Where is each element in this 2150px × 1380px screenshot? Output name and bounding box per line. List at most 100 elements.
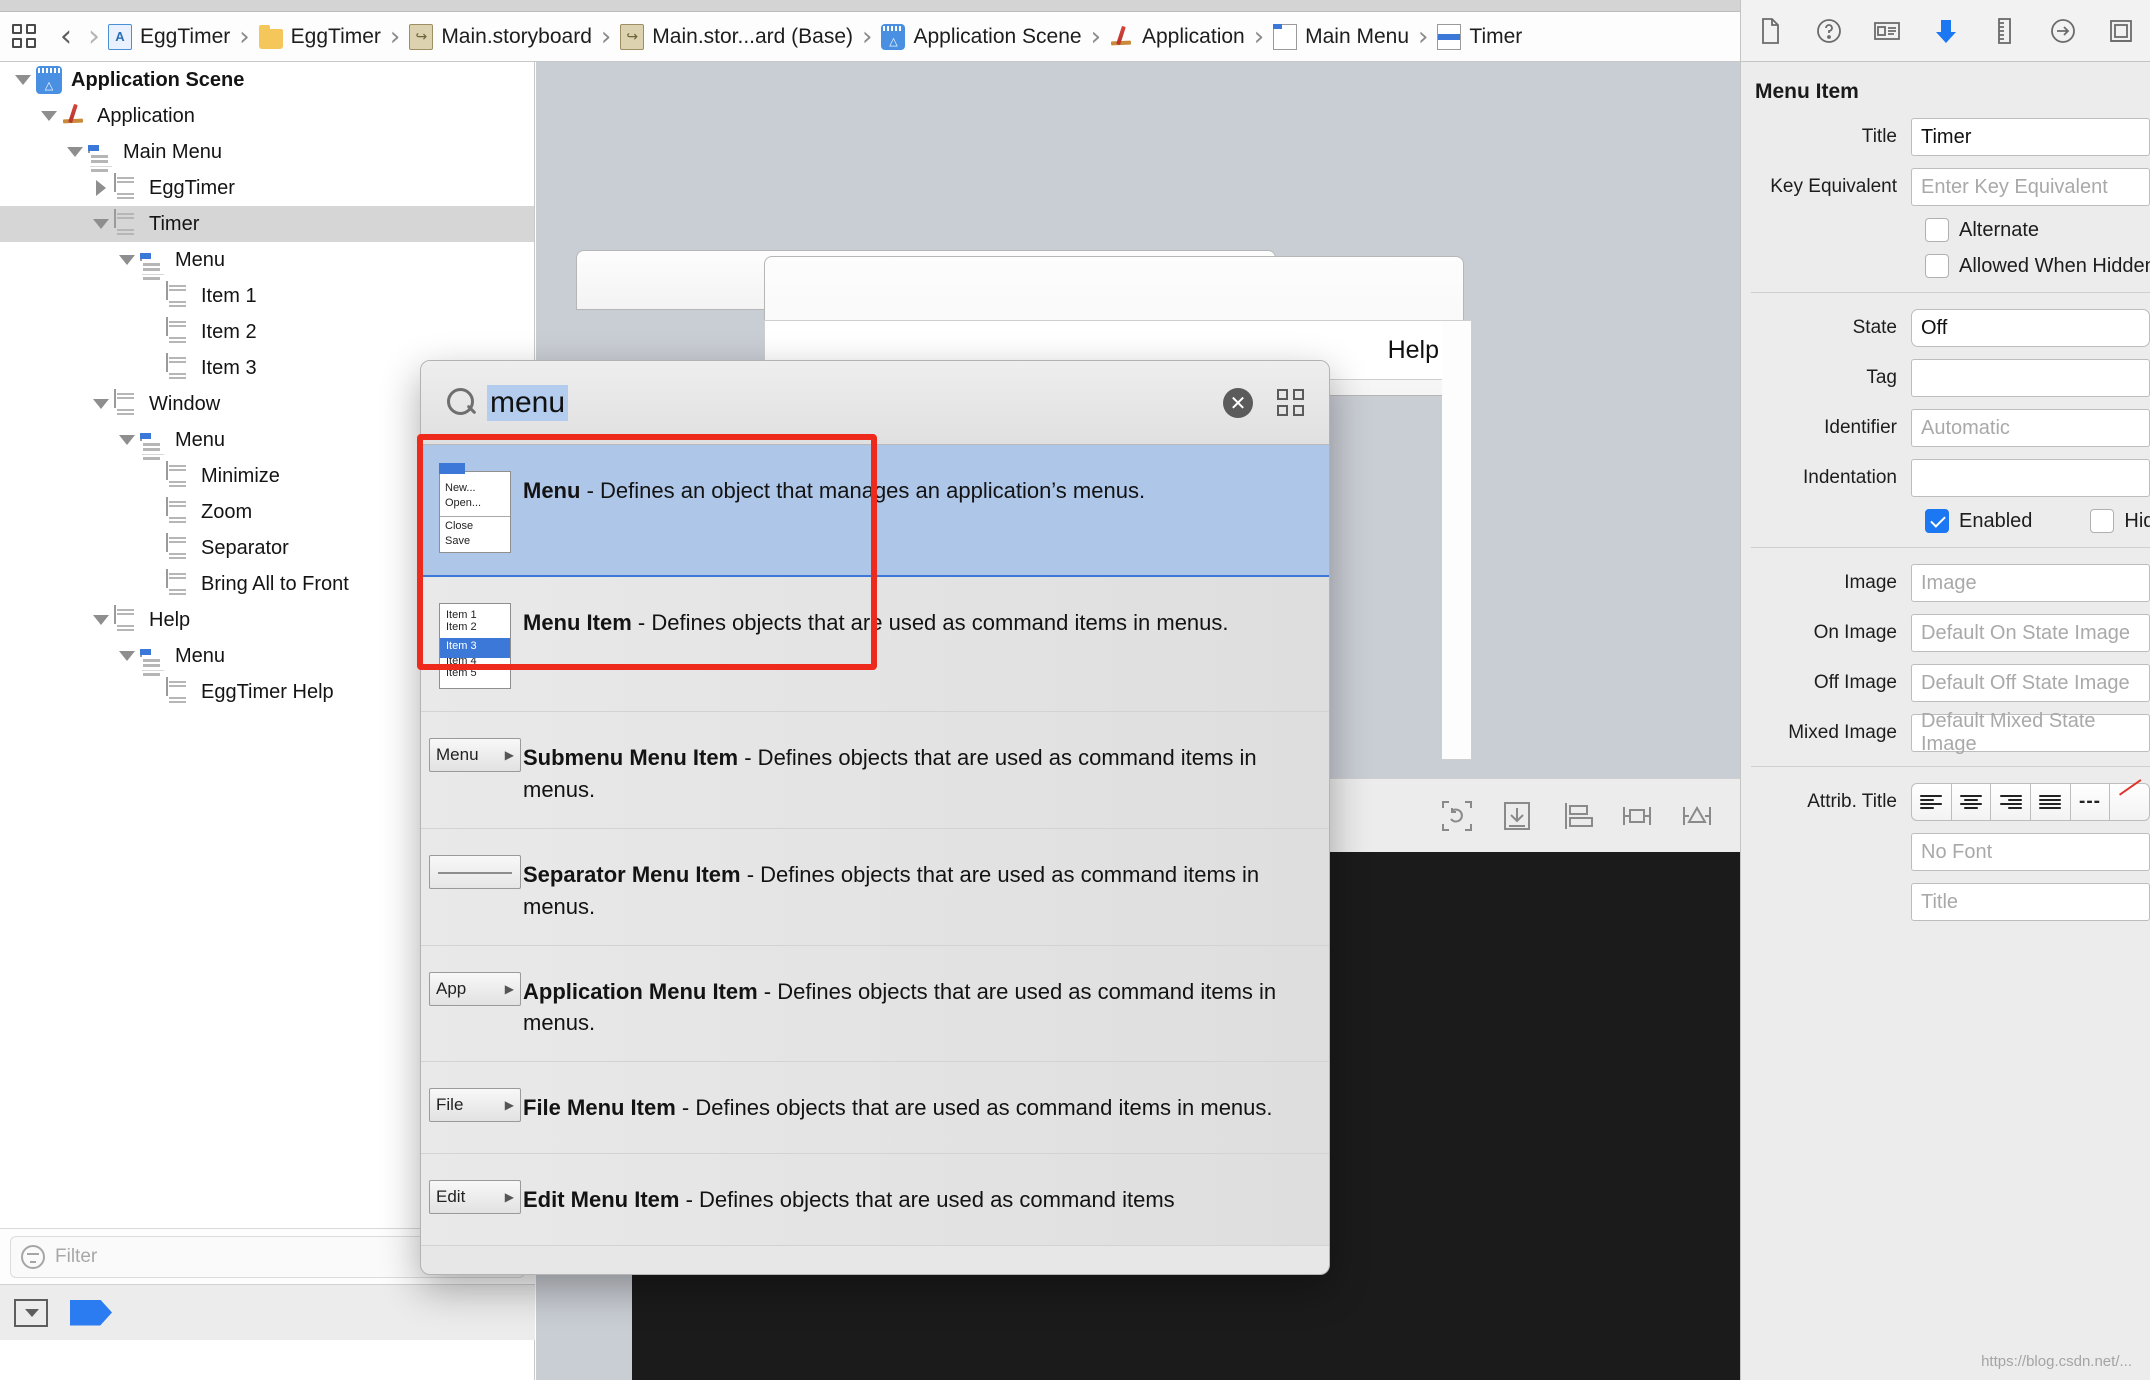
title-input[interactable]: Timer	[1911, 118, 2150, 156]
outline-row-label: Help	[149, 608, 191, 631]
bindings-inspector-icon[interactable]	[2106, 16, 2136, 46]
breadcrumb-item-application[interactable]: Application	[1110, 24, 1245, 50]
alignment-segmented-control[interactable]: ---	[1911, 783, 2150, 821]
align-left-button[interactable]	[1911, 783, 1951, 821]
pin-icon[interactable]	[1620, 799, 1654, 833]
outline-row[interactable]: Application	[0, 98, 534, 134]
forward-button[interactable]: ›	[80, 21, 108, 52]
library-result-row[interactable]: Menu ▶ Submenu Menu Item - Defines objects…	[421, 712, 1329, 829]
breadcrumb-item-timer[interactable]: Timer	[1437, 23, 1523, 50]
outline-row[interactable]: Menu	[0, 242, 534, 280]
window-chrome-strip	[0, 0, 1740, 12]
disclosure-triangle-icon[interactable]	[88, 615, 114, 625]
state-select[interactable]: Off	[1911, 309, 2150, 347]
disclosure-triangle-icon[interactable]	[88, 219, 114, 229]
library-results-list[interactable]: New... Open... Close Save Menu - Defines an …	[421, 445, 1329, 1274]
menu-icon	[140, 426, 166, 460]
breadcrumb-item-storyboard-base[interactable]: Main.stor...ard (Base)	[620, 23, 853, 50]
library-result-row[interactable]: Separator Menu Item - Defines objects th…	[421, 828, 1329, 946]
off-image-input[interactable]: Default Off State Image	[1911, 664, 2150, 702]
outline-row-label: Application	[97, 104, 195, 127]
alternate-checkbox-row[interactable]: Alternate	[1741, 218, 2150, 242]
button-thumbnail: Edit ▶	[429, 1180, 521, 1215]
disclosure-triangle-icon[interactable]	[36, 111, 62, 121]
attrib-title-input[interactable]: Title	[1911, 883, 2150, 921]
breadcrumb-item-main-menu[interactable]: Main Menu	[1273, 23, 1409, 50]
align-right-button[interactable]	[1990, 783, 2031, 821]
image-input[interactable]: Image	[1911, 564, 2150, 602]
tag-icon[interactable]	[70, 1299, 112, 1326]
menu-item-icon	[114, 389, 140, 418]
tag-field-row: Tag	[1741, 359, 2150, 397]
breadcrumb-item-storyboard[interactable]: Main.storyboard	[409, 23, 592, 50]
filter-chevron-icon[interactable]	[14, 1298, 48, 1327]
hidden-checkbox[interactable]	[2090, 509, 2115, 533]
navigator-toggle-icon[interactable]	[12, 23, 38, 50]
mixed-image-input[interactable]: Default Mixed State Image	[1911, 710, 2150, 755]
file-inspector-icon[interactable]	[1755, 16, 1785, 46]
disclosure-triangle-icon[interactable]	[114, 435, 140, 445]
enabled-hidden-row: Enabled Hidden	[1741, 509, 2150, 533]
triangle	[67, 147, 83, 157]
library-result-row[interactable]: Item 1 Item 2 Item 3 Item 4 Item 5 Menu Item …	[421, 577, 1329, 712]
library-result-row[interactable]: Edit ▶ Edit Menu Item - Defines objects th…	[421, 1154, 1329, 1247]
alternate-checkbox[interactable]	[1925, 218, 1949, 242]
font-input[interactable]: No Font	[1911, 833, 2150, 871]
allowed-when-hidden-checkbox[interactable]	[1925, 254, 1949, 278]
breadcrumb-item-project[interactable]: EggTimer	[108, 23, 230, 50]
tag-input[interactable]	[1911, 359, 2150, 397]
embed-in-icon[interactable]	[1500, 799, 1534, 833]
indentation-input[interactable]	[1911, 459, 2150, 497]
breadcrumb-label: Timer	[1469, 24, 1523, 48]
menu-item-icon	[114, 173, 140, 202]
key-equivalent-input[interactable]: Enter Key Equivalent	[1911, 168, 2150, 206]
outline-row[interactable]: Application Scene	[0, 62, 534, 98]
enabled-checkbox[interactable]	[1925, 509, 1949, 533]
clear-circle-icon[interactable]: ✕	[1223, 387, 1253, 418]
breadcrumb-item-scene[interactable]: Application Scene	[881, 23, 1082, 50]
align-justified-button[interactable]	[2030, 783, 2070, 821]
library-result-row[interactable]: File ▶ File Menu Item - Defines objects th…	[421, 1062, 1329, 1155]
on-image-input[interactable]: Default On State Image	[1911, 614, 2150, 652]
library-search-input[interactable]: menu	[487, 384, 569, 421]
update-frames-icon[interactable]	[1440, 799, 1474, 833]
allowed-when-hidden-checkbox-row[interactable]: Allowed When Hidden	[1741, 254, 2150, 278]
align-justified-icon	[2039, 795, 2062, 809]
align-natural-button[interactable]: ---	[2069, 783, 2110, 821]
filter-icon	[21, 1244, 45, 1269]
outline-row-label: Bring All to Front	[201, 572, 349, 595]
disclosure-triangle-icon[interactable]	[88, 180, 114, 196]
disclosure-triangle-icon[interactable]	[62, 147, 88, 157]
identifier-input[interactable]: Automatic	[1911, 409, 2150, 447]
outline-row[interactable]: Item 1	[0, 278, 534, 314]
size-inspector-icon[interactable]	[1989, 16, 2019, 46]
attributes-inspector-panel: Menu Item Title Timer Key Equivalent Ent…	[1740, 0, 2150, 1380]
back-button[interactable]: ‹	[52, 21, 80, 52]
resolve-issues-icon[interactable]	[1680, 799, 1714, 833]
disclosure-triangle-icon[interactable]	[10, 75, 36, 85]
font-field-row: No Font	[1741, 833, 2150, 871]
grid-view-icon[interactable]	[1277, 388, 1305, 417]
outline-row[interactable]: Timer	[0, 206, 534, 242]
identity-inspector-icon[interactable]	[1872, 16, 1902, 46]
outline-row[interactable]: Item 2	[0, 314, 534, 350]
inspector-tab-bar	[1741, 0, 2150, 62]
breadcrumb-item-group[interactable]: EggTimer	[258, 24, 381, 49]
outline-row[interactable]: EggTimer	[0, 170, 534, 206]
library-result-row[interactable]: New... Open... Close Save Menu - Defines an …	[421, 445, 1329, 577]
disclosure-triangle-icon[interactable]	[114, 651, 140, 661]
attributes-inspector-icon[interactable]	[1931, 16, 1961, 46]
align-center-button[interactable]	[1950, 783, 1991, 821]
outline-row[interactable]: Main Menu	[0, 134, 534, 172]
menu-item-thumb	[166, 533, 186, 559]
quick-help-inspector-icon[interactable]	[1814, 16, 1844, 46]
connections-inspector-icon[interactable]	[2048, 16, 2078, 46]
watermark-text: https://blog.csdn.net/...	[1981, 1353, 2132, 1370]
object-library-popover[interactable]: menu ✕ New... Open... Close Save Menu - Defi…	[420, 360, 1330, 1275]
align-icon[interactable]	[1560, 799, 1594, 833]
disclosure-triangle-icon[interactable]	[114, 255, 140, 265]
disclosure-triangle-icon[interactable]	[88, 399, 114, 409]
library-result-row[interactable]: App ▶ Application Menu Item - Defines obje…	[421, 945, 1329, 1063]
text-color-button[interactable]	[2109, 783, 2150, 821]
menu-item-thumb	[166, 461, 186, 487]
